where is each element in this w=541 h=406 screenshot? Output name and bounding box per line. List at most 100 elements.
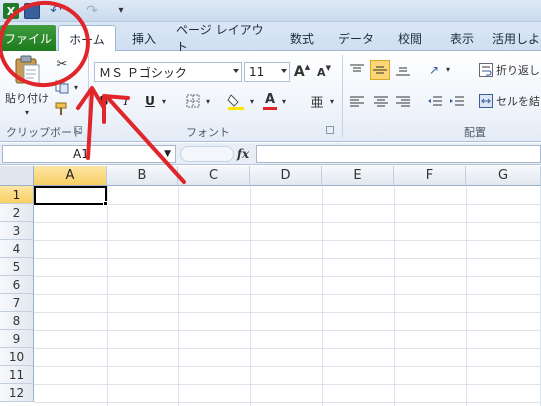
column-header[interactable]: E [322, 166, 394, 186]
borders-icon[interactable] [184, 92, 202, 110]
align-center-icon[interactable] [372, 93, 390, 111]
paste-dropdown-icon[interactable]: ▾ [22, 107, 32, 117]
decrease-indent-icon[interactable] [426, 93, 444, 111]
paste-icon[interactable] [12, 55, 42, 85]
orientation-icon[interactable]: ↗ [424, 61, 444, 79]
row-header[interactable]: 12 [0, 384, 34, 402]
column-header[interactable]: A [34, 166, 107, 186]
underline-dropdown-icon[interactable]: ▾ [160, 96, 168, 106]
group-divider [342, 55, 343, 137]
grow-font-button[interactable]: A ▲ [294, 63, 310, 81]
font-color-dropdown-icon[interactable]: ▾ [280, 96, 288, 106]
font-size-value: 11 [249, 65, 265, 79]
align-top-icon[interactable] [348, 61, 366, 79]
gridline [34, 294, 541, 295]
row-header[interactable]: 3 [0, 222, 34, 240]
clipboard-launcher-icon[interactable] [74, 126, 82, 134]
gridline [34, 330, 541, 331]
row-header[interactable]: 7 [0, 294, 34, 312]
gridline [250, 186, 251, 406]
redo-icon[interactable]: ↷ [84, 3, 100, 19]
formula-input[interactable] [256, 145, 541, 163]
column-header[interactable]: G [466, 166, 541, 186]
group-divider [88, 55, 89, 137]
merge-center-icon[interactable] [478, 93, 494, 109]
underline-button[interactable]: U [140, 92, 160, 110]
tab-formulas[interactable]: 数式 [280, 25, 324, 51]
font-size-select[interactable]: 11 [244, 62, 290, 82]
wrap-text-button[interactable]: 折り返し [496, 62, 541, 78]
fill-handle[interactable] [103, 201, 108, 206]
row-header[interactable]: 9 [0, 330, 34, 348]
gridline [34, 222, 541, 223]
gridline [34, 384, 541, 385]
shrink-font-button[interactable]: A ▼ [316, 63, 332, 81]
ribbon-home: 貼り付け ▾ ✂ ▾ クリップボード ＭＳ Ｐゴシック 11 A ▲ A ▼ B I… [0, 51, 541, 142]
phonetic-dropdown-icon[interactable]: ▾ [328, 96, 336, 106]
row-header[interactable]: 6 [0, 276, 34, 294]
font-name-select[interactable]: ＭＳ Ｐゴシック [94, 62, 242, 82]
font-group-label: フォント [186, 126, 230, 139]
tab-data[interactable]: データ [334, 25, 378, 51]
tab-review[interactable]: 校閲 [390, 25, 430, 51]
insert-function-button[interactable]: fx [234, 146, 252, 162]
tab-home[interactable]: ホーム [58, 25, 116, 52]
excel-logo-icon[interactable]: X [3, 3, 19, 19]
column-header[interactable]: B [107, 166, 178, 186]
copy-dropdown-icon[interactable]: ▾ [72, 82, 80, 92]
align-right-icon[interactable] [394, 93, 412, 111]
formula-bar-resize-handle[interactable] [180, 146, 234, 162]
orientation-dropdown-icon[interactable]: ▾ [444, 64, 452, 74]
tab-file[interactable]: ファイル [0, 25, 56, 51]
merge-center-button[interactable]: セルを結 [496, 93, 541, 109]
tab-utilize[interactable]: 活用しよ [492, 25, 541, 51]
borders-dropdown-icon[interactable]: ▾ [204, 96, 212, 106]
gridline [34, 402, 541, 403]
undo-icon[interactable]: ↶ [48, 3, 64, 19]
fill-color-icon[interactable] [226, 91, 246, 111]
save-icon[interactable] [24, 3, 40, 19]
select-all-corner[interactable] [0, 166, 34, 186]
align-bottom-icon[interactable] [394, 61, 412, 79]
row-header[interactable]: 8 [0, 312, 34, 330]
gridline [34, 312, 541, 313]
cut-icon[interactable]: ✂ [54, 56, 70, 72]
gridline [107, 186, 108, 406]
row-header[interactable]: 5 [0, 258, 34, 276]
align-left-icon[interactable] [348, 93, 366, 111]
font-launcher-icon[interactable] [326, 126, 334, 134]
bold-button[interactable]: B [94, 92, 114, 110]
increase-indent-icon[interactable] [448, 93, 466, 111]
gridline [34, 366, 541, 367]
worksheet-grid[interactable]: A B C D E F G 1 2 3 4 5 6 7 8 9 10 11 12 [0, 166, 541, 406]
tab-view[interactable]: 表示 [442, 25, 482, 51]
gridline [34, 276, 541, 277]
column-header[interactable]: C [178, 166, 250, 186]
row-header[interactable]: 2 [0, 204, 34, 222]
chevron-down-icon [281, 69, 287, 73]
phonetic-guide-button[interactable]: 亜 [308, 91, 326, 111]
row-header[interactable]: 10 [0, 348, 34, 366]
italic-button[interactable]: I [116, 92, 136, 110]
fill-color-dropdown-icon[interactable]: ▾ [248, 96, 256, 106]
row-header[interactable]: 11 [0, 366, 34, 384]
chevron-down-icon[interactable]: ▼ [164, 149, 171, 159]
font-color-button[interactable]: A [262, 91, 278, 111]
tab-insert[interactable]: 挿入 [124, 25, 164, 51]
paste-button[interactable]: 貼り付け [4, 90, 50, 106]
row-header[interactable]: 4 [0, 240, 34, 258]
column-header[interactable]: F [394, 166, 466, 186]
tab-page-layout[interactable]: ページ レイアウト [176, 23, 268, 54]
align-middle-icon[interactable] [370, 60, 390, 80]
active-cell-a1[interactable] [34, 186, 107, 205]
wrap-text-icon[interactable] [478, 62, 494, 78]
column-header[interactable]: D [250, 166, 322, 186]
font-color-swatch [263, 106, 277, 110]
format-painter-icon[interactable] [54, 101, 70, 117]
name-box[interactable]: A1 ▼ [2, 145, 176, 163]
row-header[interactable]: 1 [0, 186, 34, 204]
font-name-value: ＭＳ Ｐゴシック [99, 65, 187, 80]
customize-qat-icon[interactable]: ▾ [116, 3, 126, 19]
copy-icon[interactable] [54, 79, 70, 95]
gridline [34, 258, 541, 259]
